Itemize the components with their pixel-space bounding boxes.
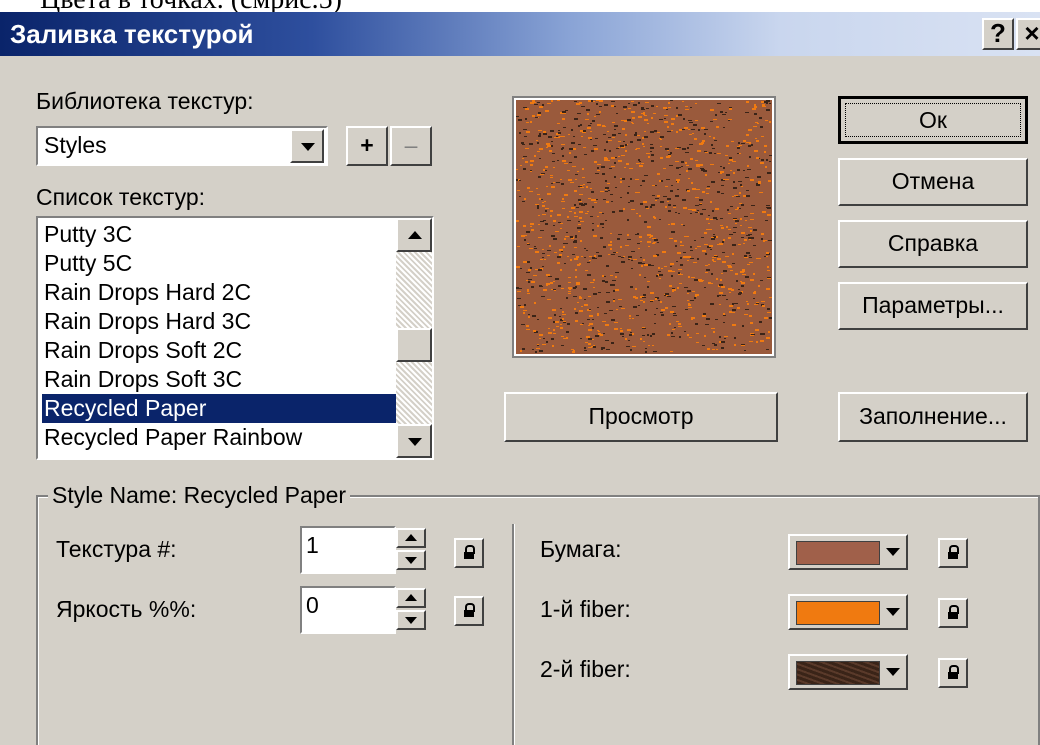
chevron-down-icon <box>408 438 422 446</box>
list-scrollbar[interactable] <box>396 218 432 458</box>
preview-button[interactable]: Просмотр <box>504 392 778 442</box>
chevron-up-icon <box>408 231 422 239</box>
ok-button[interactable]: Ок <box>838 96 1028 144</box>
library-label: Библиотека текстур: <box>36 88 254 114</box>
chevron-down-icon <box>301 143 315 151</box>
fiber2-lock-button[interactable] <box>938 658 968 688</box>
chevron-down-icon <box>405 617 417 624</box>
fiber2-label: 2-й fiber: <box>540 656 631 682</box>
brightness-spin-down[interactable] <box>396 610 426 630</box>
fiber2-color-swatch <box>796 661 880 685</box>
chevron-down-icon <box>886 608 900 616</box>
remove-library-button[interactable]: – <box>390 126 432 166</box>
scroll-down-button[interactable] <box>396 424 432 458</box>
chevron-down-icon <box>405 557 417 564</box>
fiber1-color-picker[interactable] <box>788 594 908 630</box>
library-dropdown-arrow[interactable] <box>290 129 324 163</box>
library-dropdown[interactable]: Styles <box>36 126 328 166</box>
chevron-up-icon <box>405 594 417 601</box>
chevron-down-icon <box>886 668 900 676</box>
texture-list-item[interactable]: Rain Drops Hard 2C <box>42 278 394 307</box>
texture-fill-dialog: Заливка текстурой ? × Библиотека текстур… <box>0 12 1040 745</box>
texture-list-item[interactable]: Putty 5C <box>42 249 394 278</box>
scroll-thumb[interactable] <box>396 328 432 362</box>
help-button[interactable]: Справка <box>838 220 1028 268</box>
close-button[interactable]: × <box>1016 18 1040 50</box>
paper-color-swatch <box>796 541 880 565</box>
texture-list-item[interactable]: Putty 3C <box>42 220 394 249</box>
library-dropdown-value: Styles <box>44 132 107 158</box>
texture-list-item[interactable]: Recycled Paper Rainbow <box>42 423 394 452</box>
brightness-spin-up[interactable] <box>396 588 426 608</box>
fill-button[interactable]: Заполнение... <box>838 392 1028 442</box>
parameters-button[interactable]: Параметры... <box>838 282 1028 330</box>
chevron-up-icon <box>405 534 417 541</box>
texture-list-label: Список текстур: <box>36 184 206 210</box>
paper-color-picker[interactable] <box>788 534 908 570</box>
dialog-title: Заливка текстурой <box>10 19 254 49</box>
texture-list-item[interactable]: Rain Drops Soft 3C <box>42 365 394 394</box>
brightness-input[interactable]: 0 <box>300 586 396 634</box>
group-divider <box>512 524 515 745</box>
texture-preview-image <box>516 100 772 354</box>
fiber2-color-picker[interactable] <box>788 654 908 690</box>
texture-spin-down[interactable] <box>396 550 426 570</box>
add-library-button[interactable]: + <box>346 126 388 166</box>
paper-lock-button[interactable] <box>938 538 968 568</box>
paper-label: Бумага: <box>540 536 622 562</box>
brightness-lock-button[interactable] <box>454 596 484 626</box>
title-bar[interactable]: Заливка текстурой ? × <box>0 12 1040 56</box>
chevron-down-icon <box>886 548 900 556</box>
texture-listbox[interactable]: Putty 3C Putty 5C Rain Drops Hard 2C Rain D… <box>36 216 434 460</box>
fiber1-label: 1-й fiber: <box>540 596 631 622</box>
texture-number-input[interactable]: 1 <box>300 526 396 574</box>
cancel-button[interactable]: Отмена <box>838 158 1028 206</box>
texture-lock-button[interactable] <box>454 538 484 568</box>
help-question-button[interactable]: ? <box>982 18 1014 50</box>
texture-spin-up[interactable] <box>396 528 426 548</box>
texture-list-item[interactable]: Rain Drops Hard 3C <box>42 307 394 336</box>
texture-list-item[interactable]: Recycled Paper <box>42 394 396 423</box>
scroll-up-button[interactable] <box>396 218 432 252</box>
fiber1-color-swatch <box>796 601 880 625</box>
style-name-legend: Style Name: Recycled Paper <box>48 482 351 509</box>
brightness-label: Яркость %%: <box>56 596 197 622</box>
texture-list-item[interactable]: Rain Drops Soft 2C <box>42 336 394 365</box>
texture-preview-frame <box>512 96 776 358</box>
texture-number-label: Текстура #: <box>56 536 177 562</box>
fiber1-lock-button[interactable] <box>938 598 968 628</box>
